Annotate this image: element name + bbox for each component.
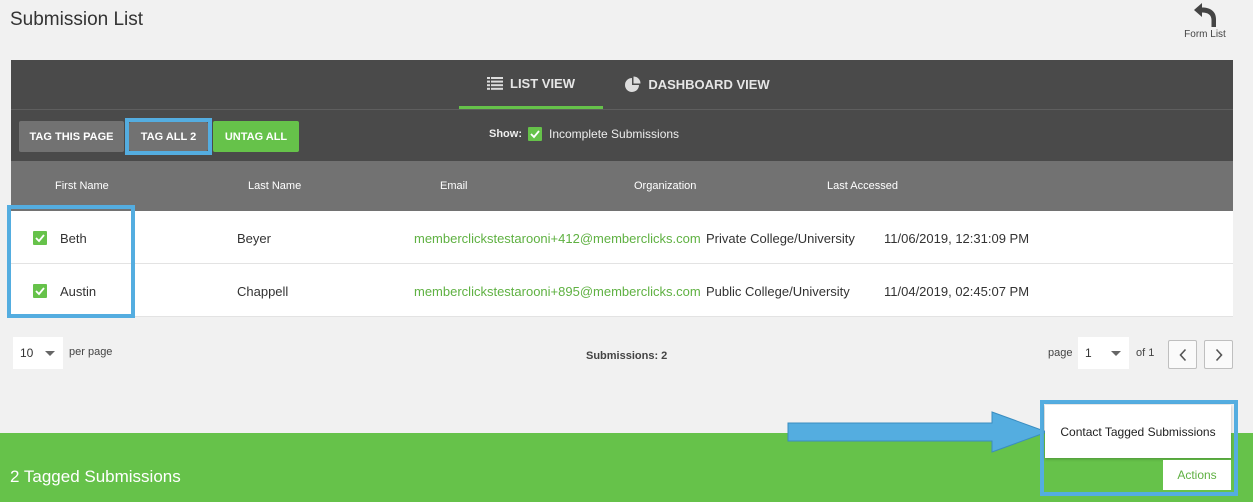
table-row[interactable]: Austin Chappell memberclickstestarooni+8… (11, 264, 1233, 317)
submission-panel: LIST VIEW DASHBOARD VIEW TAG THIS PAGE T… (7, 60, 1233, 318)
form-list-label: Form List (1184, 29, 1226, 40)
check-icon (530, 130, 540, 139)
page-select[interactable]: 1 (1078, 337, 1129, 369)
chevron-down-icon (45, 351, 55, 356)
organization-cell: Public College/University (706, 284, 850, 299)
actions-button[interactable]: Actions (1163, 460, 1231, 490)
tagged-count: 2 Tagged Submissions (10, 467, 181, 486)
page-label: page (1048, 347, 1073, 359)
view-tabs: LIST VIEW DASHBOARD VIEW (11, 60, 1233, 110)
next-page-button[interactable] (1204, 340, 1233, 369)
tag-toolbar: TAG THIS PAGE TAG ALL 2 UNTAG ALL Show: … (11, 110, 1233, 161)
tab-list-view-label: LIST VIEW (510, 75, 575, 91)
column-header-last-name[interactable]: Last Name (248, 180, 301, 192)
undo-arrow-icon (1194, 3, 1216, 27)
chevron-down-icon (1111, 351, 1121, 356)
email-link[interactable]: memberclickstestarooni+412@memberclicks.… (414, 231, 701, 246)
chevron-left-icon (1178, 348, 1186, 362)
pagination-bar: 10 per page Submissions: 2 page 1 of 1 (11, 318, 1233, 378)
previous-page-button[interactable] (1168, 340, 1197, 369)
tab-dashboard-view[interactable]: DASHBOARD VIEW (617, 60, 777, 109)
column-header-email[interactable]: Email (440, 180, 468, 192)
pie-chart-icon (625, 76, 641, 92)
per-page-select[interactable]: 10 (13, 337, 63, 369)
per-page-value: 10 (20, 346, 34, 360)
page-total: of 1 (1136, 347, 1155, 359)
column-header-last-accessed[interactable]: Last Accessed (827, 180, 898, 192)
last-accessed-cell: 11/04/2019, 02:45:07 PM (884, 284, 1030, 299)
last-name-cell: Beyer (237, 231, 271, 246)
tab-dashboard-view-label: DASHBOARD VIEW (648, 77, 770, 92)
tab-list-view[interactable]: LIST VIEW (459, 60, 603, 109)
column-header-first-name[interactable]: First Name (55, 180, 109, 192)
incomplete-submissions-label: Incomplete Submissions (549, 127, 680, 141)
arrow-right-icon (787, 411, 1049, 453)
chevron-right-icon (1215, 348, 1223, 362)
table-header: First Name Last Name Email Organization … (11, 161, 1233, 211)
per-page-label: per page (69, 346, 113, 358)
show-label: Show: (489, 128, 522, 140)
last-accessed-cell: 11/06/2019, 12:31:09 PM (884, 231, 1030, 246)
form-list-button[interactable]: Form List (1180, 0, 1230, 40)
page-title: Submission List (10, 9, 144, 30)
incomplete-submissions-checkbox[interactable] (528, 127, 542, 141)
column-header-organization[interactable]: Organization (634, 180, 696, 192)
tag-this-page-button[interactable]: TAG THIS PAGE (19, 121, 124, 152)
table-row[interactable]: Beth Beyer memberclickstestarooni+412@me… (11, 211, 1233, 264)
highlight-box (7, 205, 135, 318)
last-name-cell: Chappell (237, 284, 289, 299)
submissions-count: Submissions: 2 (586, 350, 668, 362)
page-value: 1 (1085, 346, 1092, 360)
contact-tagged-submissions-item[interactable]: Contact Tagged Submissions (1045, 405, 1231, 458)
untag-all-button[interactable]: UNTAG ALL (213, 121, 299, 152)
organization-cell: Private College/University (706, 231, 855, 246)
email-link[interactable]: memberclickstestarooni+895@memberclicks.… (414, 284, 701, 299)
list-icon (487, 76, 503, 90)
table-body: Beth Beyer memberclickstestarooni+412@me… (11, 211, 1233, 317)
tag-all-button[interactable]: TAG ALL 2 (129, 122, 208, 151)
